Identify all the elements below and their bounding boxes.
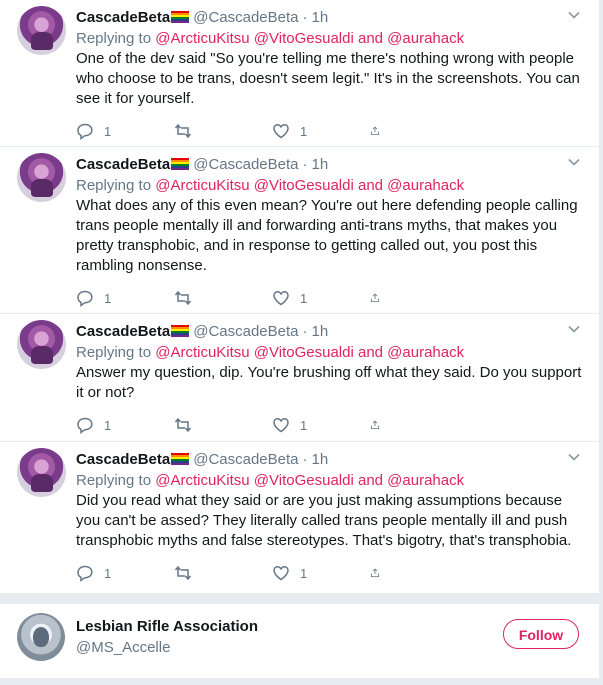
avatar[interactable]	[17, 153, 66, 202]
rainbow-flag-icon	[171, 453, 190, 465]
separator-dot: ·	[302, 450, 308, 468]
follow-button[interactable]: Follow	[503, 619, 579, 649]
heart-icon	[273, 124, 289, 139]
tweet-text: What does any of this even mean? You're …	[76, 197, 582, 274]
retweet-icon	[174, 290, 192, 306]
rainbow-flag-icon	[171, 325, 190, 337]
reply-prefix: Replying to	[76, 30, 156, 47]
tweet-text: One of the dev said "So you're telling m…	[76, 50, 585, 107]
user-handle[interactable]: @CascadeBeta	[193, 451, 298, 468]
like-button[interactable]: 1	[272, 289, 370, 307]
timeline: CascadeBeta @CascadeBeta · 1h Replying t…	[0, 0, 600, 678]
reply-icon	[77, 417, 93, 434]
retweet-button[interactable]	[174, 289, 272, 307]
retweet-button[interactable]	[174, 416, 272, 434]
like-count: 1	[300, 565, 308, 581]
share-icon	[370, 420, 380, 430]
share-icon	[370, 293, 380, 303]
share-icon	[370, 126, 380, 136]
reply-context: Replying to @ArcticuKitsu @VitoGesualdi …	[76, 343, 583, 363]
display-name[interactable]: Lesbian Rifle Association	[76, 618, 258, 635]
share-button[interactable]	[370, 122, 390, 140]
reply-context: Replying to @ArcticuKitsu @VitoGesualdi …	[76, 471, 583, 491]
reply-icon	[77, 290, 93, 307]
reply-icon	[77, 565, 93, 582]
tweet-actions: 1 1	[76, 555, 583, 591]
tweet-text: Answer my question, dip. You're brushing…	[76, 364, 586, 401]
reply-mentions[interactable]: @ArcticuKitsu @VitoGesualdi and @aurahac…	[155, 472, 464, 489]
chevron-down-icon[interactable]	[567, 450, 581, 464]
tweet[interactable]: CascadeBeta @CascadeBeta · 1h Replying t…	[0, 0, 599, 147]
separator-dot: ·	[302, 8, 308, 26]
avatar[interactable]	[17, 448, 66, 497]
display-name[interactable]: CascadeBeta	[76, 451, 170, 468]
tweet-actions: 1 1	[76, 280, 583, 316]
heart-icon	[273, 291, 289, 306]
tweet-actions: 1 1	[76, 113, 583, 149]
like-button[interactable]: 1	[272, 416, 370, 434]
reply-context: Replying to @ArcticuKitsu @VitoGesualdi …	[76, 176, 583, 196]
reply-prefix: Replying to	[76, 472, 156, 489]
avatar[interactable]	[17, 613, 65, 661]
retweet-icon	[174, 123, 192, 139]
who-to-follow-card[interactable]: Lesbian Rifle Association @MS_Accelle Fo…	[0, 594, 599, 678]
reply-mentions[interactable]: @ArcticuKitsu @VitoGesualdi and @aurahac…	[155, 30, 464, 47]
reply-mentions[interactable]: @ArcticuKitsu @VitoGesualdi and @aurahac…	[155, 177, 464, 194]
separator-dot: ·	[302, 155, 308, 173]
reply-context: Replying to @ArcticuKitsu @VitoGesualdi …	[76, 29, 583, 49]
reply-mentions[interactable]: @ArcticuKitsu @VitoGesualdi and @aurahac…	[155, 344, 464, 361]
user-handle[interactable]: @MS_Accelle	[76, 639, 170, 656]
heart-icon	[273, 566, 289, 581]
reply-button[interactable]: 1	[76, 416, 174, 434]
retweet-icon	[174, 565, 192, 581]
like-button[interactable]: 1	[272, 564, 370, 582]
like-count: 1	[300, 290, 308, 306]
avatar[interactable]	[17, 320, 66, 369]
user-handle[interactable]: @CascadeBeta	[193, 156, 298, 173]
heart-icon	[273, 418, 289, 433]
tweet[interactable]: CascadeBeta @CascadeBeta · 1h Replying t…	[0, 147, 599, 314]
like-count: 1	[300, 417, 308, 433]
like-button[interactable]: 1	[272, 122, 370, 140]
timestamp[interactable]: 1h	[312, 451, 329, 468]
retweet-button[interactable]	[174, 564, 272, 582]
share-button[interactable]	[370, 416, 390, 434]
tweet[interactable]: CascadeBeta @CascadeBeta · 1h Replying t…	[0, 442, 599, 594]
chevron-down-icon[interactable]	[567, 322, 581, 336]
reply-count: 1	[104, 565, 112, 581]
share-button[interactable]	[370, 289, 390, 307]
reply-count: 1	[104, 123, 112, 139]
tweet-actions: 1 1	[76, 407, 583, 443]
reply-count: 1	[104, 290, 112, 306]
share-button[interactable]	[370, 564, 390, 582]
reply-button[interactable]: 1	[76, 564, 174, 582]
rainbow-flag-icon	[171, 11, 190, 23]
separator-dot: ·	[302, 322, 308, 340]
display-name[interactable]: CascadeBeta	[76, 323, 170, 340]
timestamp[interactable]: 1h	[312, 323, 329, 340]
reply-button[interactable]: 1	[76, 122, 174, 140]
chevron-down-icon[interactable]	[567, 155, 581, 169]
reply-button[interactable]: 1	[76, 289, 174, 307]
user-handle[interactable]: @CascadeBeta	[193, 323, 298, 340]
user-handle[interactable]: @CascadeBeta	[193, 9, 298, 26]
timestamp[interactable]: 1h	[312, 9, 329, 26]
reply-icon	[77, 123, 93, 140]
tweet[interactable]: CascadeBeta @CascadeBeta · 1h Replying t…	[0, 314, 599, 442]
avatar[interactable]	[17, 6, 66, 55]
retweet-icon	[174, 417, 192, 433]
reply-count: 1	[104, 417, 112, 433]
reply-prefix: Replying to	[76, 344, 156, 361]
like-count: 1	[300, 123, 308, 139]
chevron-down-icon[interactable]	[567, 8, 581, 22]
timestamp[interactable]: 1h	[312, 156, 329, 173]
tweet-text: Did you read what they said or are you j…	[76, 492, 572, 549]
retweet-button[interactable]	[174, 122, 272, 140]
display-name[interactable]: CascadeBeta	[76, 9, 170, 26]
share-icon	[370, 568, 380, 578]
display-name[interactable]: CascadeBeta	[76, 156, 170, 173]
rainbow-flag-icon	[171, 158, 190, 170]
reply-prefix: Replying to	[76, 177, 156, 194]
